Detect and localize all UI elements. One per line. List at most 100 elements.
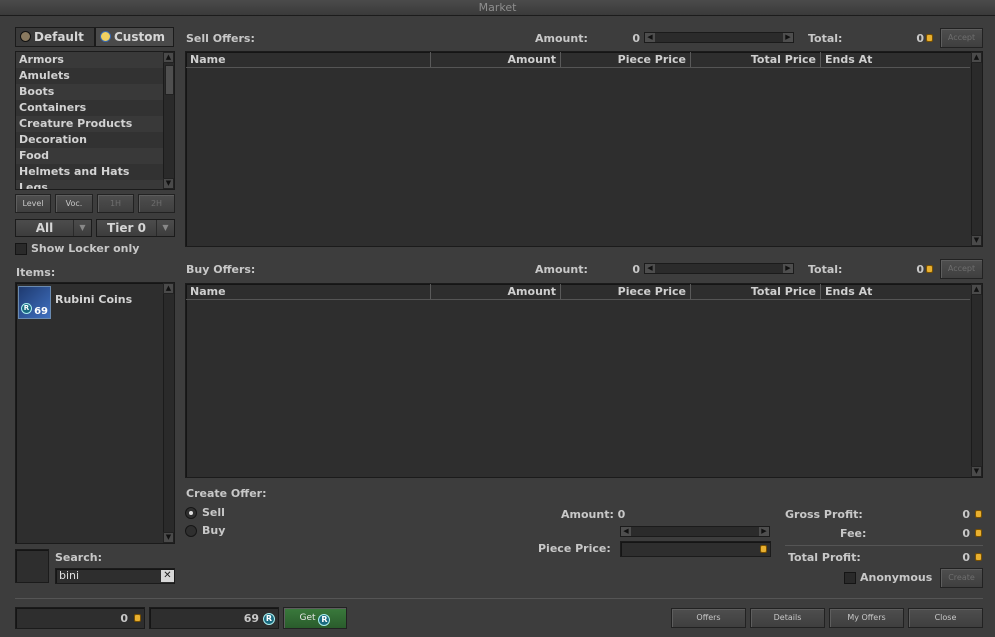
create-offer-button[interactable]: Create — [940, 568, 983, 588]
arrow-right-icon[interactable]: ▶ — [759, 527, 769, 536]
arrow-left-icon[interactable]: ◀ — [645, 33, 655, 42]
level-filter-button[interactable]: Level — [15, 194, 51, 213]
offers-button[interactable]: Offers — [671, 608, 746, 628]
buy-total-label: Total: — [808, 263, 843, 276]
gold-balance-value: 0 — [120, 612, 128, 625]
piece-price-input[interactable] — [620, 541, 771, 557]
scroll-up-icon[interactable]: ▲ — [971, 52, 982, 63]
window-title: Market — [0, 0, 995, 16]
custom-icon — [100, 31, 111, 42]
scroll-down-icon[interactable]: ▼ — [971, 466, 982, 477]
category-item[interactable]: Armors — [16, 52, 163, 68]
class-select-value: All — [35, 221, 54, 235]
column-piece-price[interactable]: Piece Price — [561, 52, 691, 67]
column-total-price[interactable]: Total Price — [691, 52, 821, 67]
fee-value: 0 — [962, 527, 970, 540]
clear-search-icon[interactable]: ✕ — [161, 570, 174, 582]
details-button[interactable]: Details — [750, 608, 825, 628]
category-item[interactable]: Decoration — [16, 132, 163, 148]
arrow-right-icon[interactable]: ▶ — [783, 33, 793, 42]
sell-accept-button[interactable]: Accept — [940, 28, 983, 48]
create-amount-slider[interactable]: ◀ ▶ — [620, 526, 770, 537]
arrow-left-icon[interactable]: ◀ — [621, 527, 631, 536]
column-amount[interactable]: Amount — [431, 284, 561, 299]
search-value: bini — [59, 569, 80, 582]
buy-table-scrollbar[interactable]: ▲ ▼ — [971, 284, 982, 477]
gold-coin-icon — [975, 553, 982, 561]
rubini-small-icon: R — [21, 303, 32, 314]
arrow-right-icon[interactable]: ▶ — [783, 264, 793, 273]
close-button[interactable]: Close — [908, 608, 983, 628]
items-list: R 69 Rubini Coins ▲ ▼ — [15, 282, 175, 544]
column-total-price[interactable]: Total Price — [691, 284, 821, 299]
total-profit-label: Total Profit: — [788, 551, 861, 564]
gold-coin-icon — [975, 529, 982, 537]
sell-amount-value: 0 — [632, 32, 640, 45]
tab-default-label: Default — [34, 30, 84, 44]
search-item-preview — [15, 549, 49, 583]
fee-label: Fee: — [840, 527, 867, 540]
sell-table-scrollbar[interactable]: ▲ ▼ — [971, 52, 982, 246]
scroll-down-icon[interactable]: ▼ — [163, 178, 174, 189]
category-item[interactable]: Boots — [16, 84, 163, 100]
buy-table-header: Name Amount Piece Price Total Price Ends… — [186, 284, 970, 300]
create-amount-label: Amount: 0 — [561, 508, 626, 521]
items-scrollbar[interactable]: ▲ ▼ — [163, 283, 174, 543]
two-hand-filter-button[interactable]: 2H — [138, 194, 175, 213]
class-select[interactable]: All ▼ — [15, 219, 92, 237]
arrow-left-icon[interactable]: ◀ — [645, 264, 655, 273]
show-locker-checkbox[interactable] — [15, 243, 27, 255]
scroll-up-icon[interactable]: ▲ — [971, 284, 982, 295]
column-piece-price[interactable]: Piece Price — [561, 284, 691, 299]
scroll-thumb[interactable] — [165, 65, 174, 95]
sell-offers-table: Name Amount Piece Price Total Price Ends… — [185, 51, 983, 247]
category-item[interactable]: Food — [16, 148, 163, 164]
sell-offers-label: Sell Offers: — [186, 32, 255, 45]
rubini-coin-icon[interactable]: R 69 — [18, 286, 51, 319]
tab-default[interactable]: Default — [15, 27, 95, 47]
search-input[interactable]: bini — [55, 568, 175, 584]
sell-amount-slider[interactable]: ◀ ▶ — [644, 32, 794, 43]
get-coins-button[interactable]: Get R — [283, 607, 347, 629]
category-item[interactable]: Containers — [16, 100, 163, 116]
anonymous-checkbox[interactable] — [844, 572, 856, 584]
profit-divider — [785, 545, 983, 546]
item-name[interactable]: Rubini Coins — [55, 293, 132, 306]
scroll-up-icon[interactable]: ▲ — [163, 52, 174, 63]
tab-custom[interactable]: Custom — [95, 27, 174, 47]
buy-radio[interactable] — [185, 525, 197, 537]
category-scrollbar[interactable]: ▲ ▼ — [163, 52, 174, 189]
column-ends-at[interactable]: Ends At — [821, 284, 970, 299]
scroll-down-icon[interactable]: ▼ — [971, 235, 982, 246]
category-item[interactable]: Legs — [16, 180, 163, 189]
gold-coin-icon — [926, 265, 933, 273]
sell-radio[interactable] — [185, 507, 197, 519]
rubini-coin-icon: R — [263, 613, 275, 625]
category-item[interactable]: Helmets and Hats — [16, 164, 163, 180]
buy-accept-button[interactable]: Accept — [940, 259, 983, 279]
default-icon — [20, 31, 31, 42]
buy-radio-label: Buy — [202, 524, 226, 537]
tab-custom-label: Custom — [114, 30, 165, 44]
column-name[interactable]: Name — [186, 52, 431, 67]
category-item[interactable]: Amulets — [16, 68, 163, 84]
category-item[interactable]: Creature Products — [16, 116, 163, 132]
gross-profit-value: 0 — [962, 508, 970, 521]
column-ends-at[interactable]: Ends At — [821, 52, 970, 67]
vocation-filter-button[interactable]: Voc. — [55, 194, 93, 213]
item-count: 69 — [34, 306, 48, 317]
buy-amount-slider[interactable]: ◀ ▶ — [644, 263, 794, 274]
total-profit-value: 0 — [962, 551, 970, 564]
gold-coin-icon — [134, 614, 141, 622]
tier-select-value: Tier 0 — [107, 221, 146, 235]
coin-balance: 69 R — [149, 607, 279, 629]
column-name[interactable]: Name — [186, 284, 431, 299]
piece-price-label: Piece Price: — [538, 542, 611, 555]
my-offers-button[interactable]: My Offers — [829, 608, 904, 628]
one-hand-filter-button[interactable]: 1H — [97, 194, 134, 213]
scroll-up-icon[interactable]: ▲ — [163, 283, 174, 294]
tier-select[interactable]: Tier 0 ▼ — [96, 219, 175, 237]
scroll-down-icon[interactable]: ▼ — [163, 532, 174, 543]
column-amount[interactable]: Amount — [431, 52, 561, 67]
footer-divider — [15, 598, 983, 599]
